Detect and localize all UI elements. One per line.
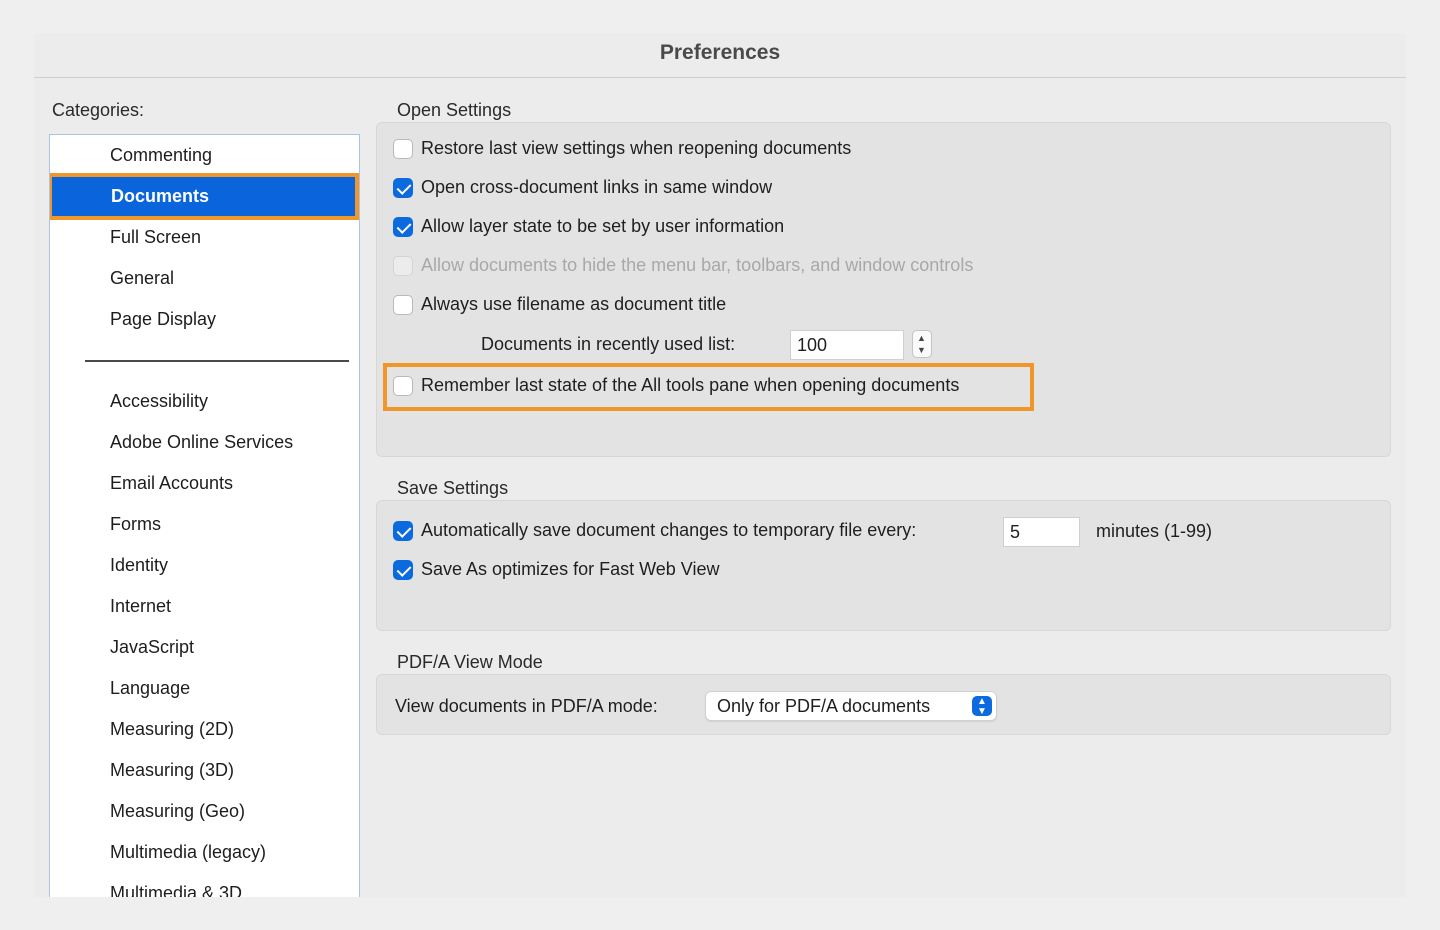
- category-adobe-online-services[interactable]: Adobe Online Services: [50, 422, 359, 463]
- cross-doc-links-option[interactable]: Open cross-document links in same window: [393, 177, 772, 198]
- cross-doc-links-label: Open cross-document links in same window: [421, 177, 773, 197]
- category-email-accounts[interactable]: Email Accounts: [50, 463, 359, 504]
- fast-web-option[interactable]: Save As optimizes for Fast Web View: [393, 559, 719, 580]
- recent-list-stepper[interactable]: ▲ ▼: [912, 330, 932, 358]
- layer-state-label: Allow layer state to be set by user info…: [421, 216, 785, 236]
- recent-list-label: Documents in recently used list:: [481, 334, 736, 354]
- fast-web-checkbox[interactable]: [393, 559, 413, 580]
- category-measuring-geo[interactable]: Measuring (Geo): [50, 791, 359, 832]
- category-page-display[interactable]: Page Display: [50, 299, 359, 340]
- open-settings-title: Open Settings: [397, 100, 512, 120]
- pdfa-mode-value: Only for PDF/A documents: [717, 696, 931, 716]
- restore-view-checkbox[interactable]: [393, 138, 413, 159]
- category-javascript[interactable]: JavaScript: [50, 627, 359, 668]
- restore-view-option[interactable]: Restore last view settings when reopenin…: [393, 138, 851, 159]
- categories-list[interactable]: Commenting Documents Full Screen General…: [49, 134, 360, 897]
- hide-menubar-option: Allow documents to hide the menu bar, to…: [393, 255, 973, 276]
- filename-title-checkbox[interactable]: [393, 294, 413, 315]
- cross-doc-links-checkbox[interactable]: [393, 177, 413, 198]
- stepper-down-icon[interactable]: ▼: [917, 346, 926, 355]
- recent-list-field[interactable]: 100: [790, 330, 904, 360]
- hide-menubar-label: Allow documents to hide the menu bar, to…: [421, 255, 974, 275]
- category-general[interactable]: General: [50, 258, 359, 299]
- category-full-screen[interactable]: Full Screen: [50, 217, 359, 258]
- category-commenting[interactable]: Commenting: [50, 135, 359, 176]
- layer-state-option[interactable]: Allow layer state to be set by user info…: [393, 216, 784, 237]
- preferences-window: Preferences Categories: Commenting Docum…: [34, 33, 1406, 897]
- category-forms[interactable]: Forms: [50, 504, 359, 545]
- autosave-unit-label: minutes (1-99): [1096, 521, 1213, 541]
- category-internet[interactable]: Internet: [50, 586, 359, 627]
- hide-menubar-checkbox: [393, 255, 413, 276]
- filename-title-label: Always use filename as document title: [421, 294, 727, 314]
- chevron-updown-icon: ▲ ▼: [972, 696, 992, 717]
- category-language[interactable]: Language: [50, 668, 359, 709]
- category-multimedia-3d[interactable]: Multimedia & 3D: [50, 873, 359, 897]
- remember-tools-label: Remember last state of the All tools pan…: [421, 375, 960, 395]
- autosave-minutes-field[interactable]: 5: [1003, 517, 1080, 547]
- autosave-checkbox[interactable]: [393, 520, 413, 541]
- window-title: Preferences: [659, 41, 781, 64]
- category-identity[interactable]: Identity: [50, 545, 359, 586]
- autosave-option[interactable]: Automatically save document changes to t…: [393, 520, 916, 541]
- fast-web-label: Save As optimizes for Fast Web View: [421, 559, 720, 579]
- category-measuring-3d[interactable]: Measuring (3D): [50, 750, 359, 791]
- pdfa-mode-select[interactable]: Only for PDF/A documents ▲ ▼: [705, 691, 997, 721]
- category-separator: [85, 360, 349, 362]
- save-settings-title: Save Settings: [397, 478, 509, 498]
- pdfa-title: PDF/A View Mode: [397, 652, 543, 672]
- autosave-label: Automatically save document changes to t…: [421, 520, 917, 540]
- categories-label: Categories:: [52, 100, 145, 120]
- category-accessibility[interactable]: Accessibility: [50, 381, 359, 422]
- category-documents[interactable]: Documents: [50, 173, 359, 220]
- remember-tools-option[interactable]: Remember last state of the All tools pan…: [393, 375, 959, 396]
- stepper-up-icon[interactable]: ▲: [917, 334, 926, 343]
- pdfa-label: View documents in PDF/A mode:: [395, 696, 658, 716]
- remember-tools-checkbox[interactable]: [393, 375, 413, 396]
- filename-title-option[interactable]: Always use filename as document title: [393, 294, 726, 315]
- layer-state-checkbox[interactable]: [393, 216, 413, 237]
- category-multimedia-legacy[interactable]: Multimedia (legacy): [50, 832, 359, 873]
- restore-view-label: Restore last view settings when reopenin…: [421, 138, 852, 158]
- title-bar: Preferences: [34, 33, 1406, 78]
- category-measuring-2d[interactable]: Measuring (2D): [50, 709, 359, 750]
